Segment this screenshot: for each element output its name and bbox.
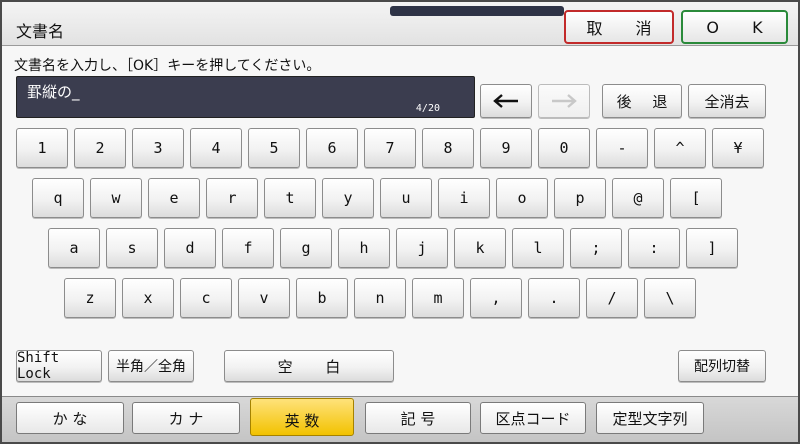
input-value: 罫縦の_: [27, 83, 80, 101]
key-row4-9[interactable]: /: [586, 278, 638, 318]
key-row2-1[interactable]: w: [90, 178, 142, 218]
tab-label: 記 号: [400, 409, 436, 428]
key-row1-6[interactable]: 7: [364, 128, 416, 168]
key-row3-8[interactable]: l: [512, 228, 564, 268]
key-row1-8[interactable]: 9: [480, 128, 532, 168]
key-row2-4[interactable]: t: [264, 178, 316, 218]
key-row1-1[interactable]: 2: [74, 128, 126, 168]
ok-button[interactable]: O K: [681, 10, 788, 44]
key-row3-9[interactable]: ;: [570, 228, 622, 268]
tab-1[interactable]: カ ナ: [132, 402, 240, 434]
cursor-left-button[interactable]: [480, 84, 532, 118]
hankaku-zenkaku-button[interactable]: 半角／全角: [108, 350, 194, 382]
tab-label: か な: [52, 409, 88, 428]
tab-4[interactable]: 区点コード: [480, 402, 586, 434]
key-row1-5[interactable]: 6: [306, 128, 358, 168]
key-row3-10[interactable]: :: [628, 228, 680, 268]
tab-0[interactable]: か な: [16, 402, 124, 434]
instruction-text: 文書名を入力し、［OK］キーを押してください。: [14, 58, 321, 74]
shift-lock-button[interactable]: Shift Lock: [16, 350, 102, 382]
key-row2-6[interactable]: u: [380, 178, 432, 218]
key-row2-11[interactable]: [: [670, 178, 722, 218]
key-row2-10[interactable]: @: [612, 178, 664, 218]
key-row3-6[interactable]: j: [396, 228, 448, 268]
key-row4-8[interactable]: .: [528, 278, 580, 318]
key-row3-7[interactable]: k: [454, 228, 506, 268]
key-row2-5[interactable]: y: [322, 178, 374, 218]
key-row1-7[interactable]: 8: [422, 128, 474, 168]
tab-3[interactable]: 記 号: [365, 402, 471, 434]
cancel-button[interactable]: 取 消: [564, 10, 674, 44]
key-row2-8[interactable]: o: [496, 178, 548, 218]
character-counter: 4/20: [415, 103, 440, 114]
key-row3-2[interactable]: d: [164, 228, 216, 268]
key-row4-6[interactable]: m: [412, 278, 464, 318]
key-row2-3[interactable]: r: [206, 178, 258, 218]
key-row3-4[interactable]: g: [280, 228, 332, 268]
clear-all-button[interactable]: 全消去: [688, 84, 766, 118]
key-row1-12[interactable]: ¥: [712, 128, 764, 168]
key-row3-3[interactable]: f: [222, 228, 274, 268]
key-row4-4[interactable]: b: [296, 278, 348, 318]
tab-label: 区点コード: [495, 409, 571, 428]
layout-switch-button[interactable]: 配列切替: [678, 350, 766, 382]
tab-label: カ ナ: [168, 409, 204, 428]
key-row4-7[interactable]: ,: [470, 278, 522, 318]
key-row1-3[interactable]: 4: [190, 128, 242, 168]
key-row1-10[interactable]: -: [596, 128, 648, 168]
key-row3-11[interactable]: ]: [686, 228, 738, 268]
tab-5[interactable]: 定型文字列: [596, 402, 704, 434]
key-row2-2[interactable]: e: [148, 178, 200, 218]
key-row4-10[interactable]: \: [644, 278, 696, 318]
backspace-button[interactable]: 後 退: [602, 84, 682, 118]
key-row2-0[interactable]: q: [32, 178, 84, 218]
key-row2-9[interactable]: p: [554, 178, 606, 218]
key-row4-3[interactable]: v: [238, 278, 290, 318]
title-bar-decoration: [390, 6, 564, 16]
dialog-title: 文書名: [16, 22, 65, 41]
tab-2[interactable]: 英 数: [250, 398, 354, 436]
tab-label: 定型文字列: [612, 409, 688, 428]
key-row3-1[interactable]: s: [106, 228, 158, 268]
key-row1-11[interactable]: ^: [654, 128, 706, 168]
arrow-left-icon: [493, 94, 518, 108]
arrow-right-icon: [552, 94, 577, 108]
key-row1-4[interactable]: 5: [248, 128, 300, 168]
title-bar: 文書名: [2, 2, 798, 46]
key-row1-9[interactable]: 0: [538, 128, 590, 168]
key-row1-2[interactable]: 3: [132, 128, 184, 168]
cursor-right-button[interactable]: [538, 84, 590, 118]
key-row4-1[interactable]: x: [122, 278, 174, 318]
document-name-input[interactable]: 罫縦の_ 4/20: [16, 76, 475, 118]
key-row3-5[interactable]: h: [338, 228, 390, 268]
key-row4-5[interactable]: n: [354, 278, 406, 318]
key-row3-0[interactable]: a: [48, 228, 100, 268]
key-row4-0[interactable]: z: [64, 278, 116, 318]
key-row4-2[interactable]: c: [180, 278, 232, 318]
tab-label: 英 数: [284, 411, 320, 430]
key-row2-7[interactable]: i: [438, 178, 490, 218]
space-button[interactable]: 空 白: [224, 350, 394, 382]
key-row1-0[interactable]: 1: [16, 128, 68, 168]
